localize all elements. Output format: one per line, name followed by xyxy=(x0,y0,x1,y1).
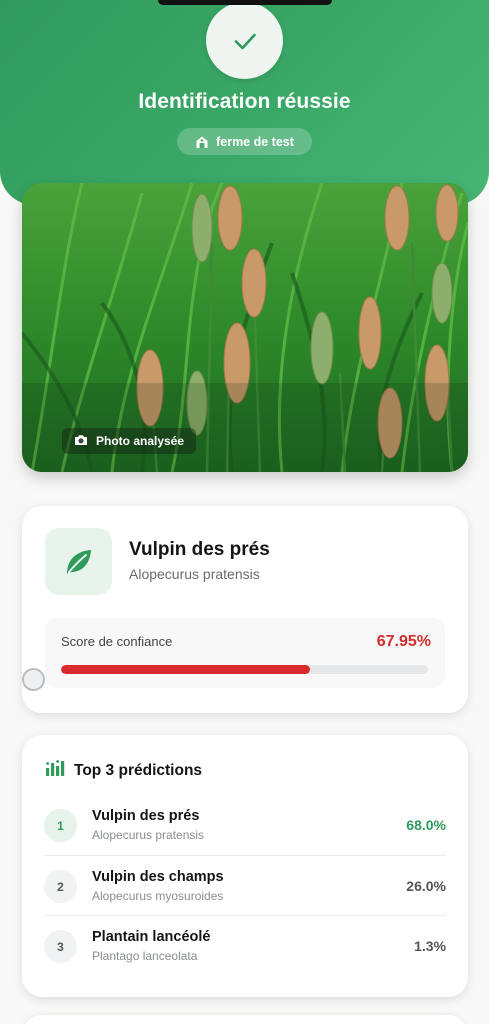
predictions-title: Top 3 prédictions xyxy=(74,761,203,779)
prediction-row-1[interactable]: 1 Vulpin des prés Alopecurus pratensis 6… xyxy=(44,795,446,855)
confidence-panel: Score de confiance 67.95% xyxy=(45,618,445,688)
prediction-name: Vulpin des champs xyxy=(92,869,224,885)
bar-chart-icon xyxy=(45,759,65,782)
page-title: Identification réussie xyxy=(138,90,351,113)
prediction-percent: 26.0% xyxy=(406,878,446,894)
prediction-row-2[interactable]: 2 Vulpin des champs Alopecurus myosuroid… xyxy=(44,855,446,915)
success-header: Identification réussie ferme de test xyxy=(0,0,489,205)
prediction-latin-name: Alopecurus myosuroides xyxy=(92,889,224,903)
prediction-row-3[interactable]: 3 Plantain lancéolé Plantago lanceolata … xyxy=(44,915,446,975)
confidence-value: 67.95% xyxy=(376,633,431,650)
confidence-progress-fill xyxy=(61,665,311,674)
confidence-progress-bar xyxy=(61,665,428,674)
predictions-header: Top 3 prédictions xyxy=(45,759,202,782)
camera-notch xyxy=(158,0,332,5)
leaf-icon xyxy=(45,528,112,595)
photo-caption-text: Photo analysée xyxy=(96,434,185,448)
barn-icon xyxy=(195,135,209,149)
rank-badge: 3 xyxy=(44,930,77,963)
species-result-card[interactable]: Vulpin des prés Alopecurus pratensis Sco… xyxy=(22,506,468,713)
top-predictions-card: Top 3 prédictions 1 Vulpin des prés Alop… xyxy=(22,735,468,997)
analyzed-photo[interactable]: Photo analysée xyxy=(22,183,468,472)
prediction-percent: 68.0% xyxy=(406,817,446,833)
camera-icon xyxy=(74,434,88,449)
confidence-label: Score de confiance xyxy=(61,634,173,649)
photo-caption: Photo analysée xyxy=(62,428,197,454)
assistive-touch-button[interactable] xyxy=(22,668,45,691)
rank-badge: 1 xyxy=(44,809,77,842)
species-latin-name: Alopecurus pratensis xyxy=(129,566,260,582)
rank-badge: 2 xyxy=(44,870,77,903)
farm-name: ferme de test xyxy=(216,134,294,149)
farm-badge[interactable]: ferme de test xyxy=(177,128,312,155)
next-card-peek xyxy=(22,1015,468,1024)
species-name: Vulpin des prés xyxy=(129,539,270,560)
screen: Identification réussie ferme de test Pho… xyxy=(0,0,489,1024)
prediction-percent: 1.3% xyxy=(414,938,446,954)
check-icon xyxy=(206,2,283,79)
prediction-latin-name: Alopecurus pratensis xyxy=(92,828,205,842)
prediction-latin-name: Plantago lanceolata xyxy=(92,949,198,963)
prediction-name: Vulpin des prés xyxy=(92,808,200,824)
prediction-name: Plantain lancéolé xyxy=(92,929,211,945)
